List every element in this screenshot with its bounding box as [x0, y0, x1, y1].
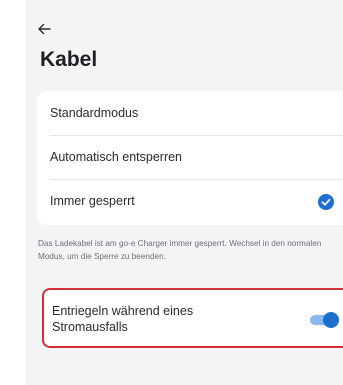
arrow-left-icon — [38, 23, 51, 35]
lock-info-text: Das Ladekabel ist am go-e Charger immer … — [38, 239, 322, 261]
toggle-knob — [323, 312, 339, 328]
back-button[interactable] — [33, 18, 55, 40]
check-circle-icon — [318, 194, 334, 210]
cable-settings-screen: Kabel Standardmodus Automatisch entsperr… — [26, 0, 343, 385]
lock-mode-list: Standardmodus Automatisch entsperren Imm… — [37, 91, 343, 225]
option-label: Standardmodus — [50, 106, 139, 120]
option-label: Automatisch entsperren — [50, 150, 183, 164]
power-outage-unlock-toggle[interactable] — [310, 312, 339, 328]
page-title: Kabel — [40, 48, 98, 71]
option-label: Immer gesperrt — [50, 194, 135, 208]
option-auto-unlock[interactable]: Automatisch entsperren — [37, 135, 343, 179]
power-outage-unlock-setting: Entriegeln während eines Stromausfalls — [42, 288, 343, 348]
power-outage-unlock-label: Entriegeln während eines Stromausfalls — [52, 304, 194, 334]
option-standard-mode[interactable]: Standardmodus — [37, 91, 343, 135]
option-always-locked[interactable]: Immer gesperrt — [37, 179, 343, 223]
